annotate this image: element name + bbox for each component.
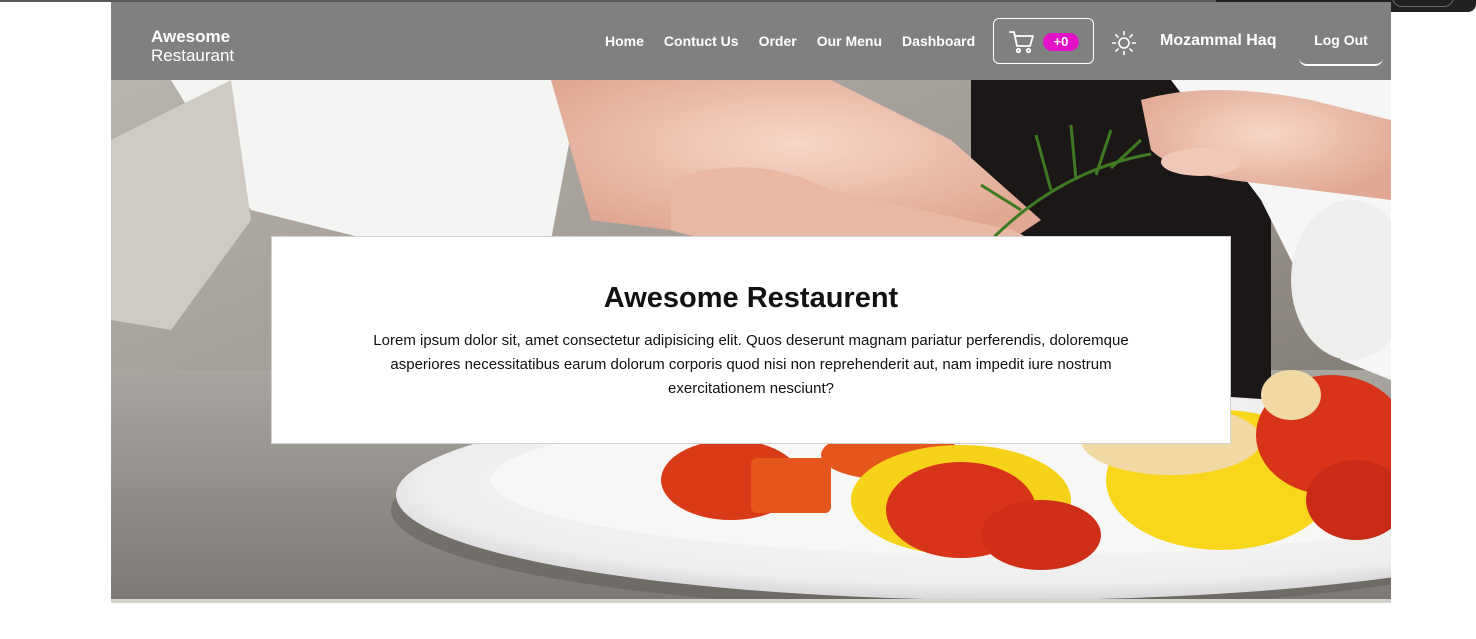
user-name: Mozammal Haq bbox=[1160, 32, 1277, 49]
sun-icon[interactable] bbox=[1111, 30, 1137, 61]
cart-count-badge: +0 bbox=[1043, 33, 1079, 51]
hero-title: Awesome Restaurent bbox=[603, 282, 899, 314]
cart-icon bbox=[1009, 30, 1035, 59]
nav-link-order[interactable]: Order bbox=[759, 33, 797, 49]
navbar: Awesome Restaurant Home Contuct Us Order… bbox=[111, 2, 1391, 80]
hero-card: Awesome Restaurent Lorem ipsum dolor sit… bbox=[271, 236, 1231, 444]
cart-button[interactable]: +0 bbox=[993, 18, 1094, 64]
nav-links: Home Contuct Us Order Our Menu Dashboard bbox=[605, 33, 975, 49]
brand-logo[interactable]: Awesome Restaurant bbox=[151, 27, 234, 65]
brand-line1: Awesome bbox=[151, 27, 231, 46]
logout-button[interactable]: Log Out bbox=[1299, 24, 1383, 66]
nav-link-our-menu[interactable]: Our Menu bbox=[817, 33, 882, 49]
nav-link-contact-us[interactable]: Contuct Us bbox=[664, 33, 739, 49]
toast-close-button[interactable] bbox=[1392, 0, 1454, 7]
nav-link-home[interactable]: Home bbox=[605, 33, 644, 49]
brand-line2: Restaurant bbox=[151, 46, 235, 65]
hero-description: Lorem ipsum dolor sit, amet consectetur … bbox=[373, 332, 1129, 397]
restaurant-site: Awesome Restaurant Home Contuct Us Order… bbox=[111, 2, 1391, 603]
nav-link-dashboard[interactable]: Dashboard bbox=[902, 33, 975, 49]
